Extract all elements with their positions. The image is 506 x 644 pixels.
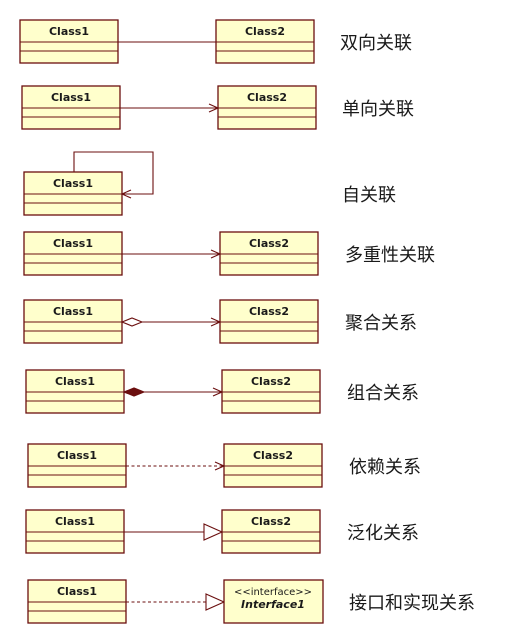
class-box-class1[interactable]: Class1	[27, 579, 127, 624]
relation-label: 组合关系	[347, 383, 419, 404]
hollow-diamond-icon	[120, 317, 144, 327]
relation-realization: Class1 <<interface>>Interface1 接口和实现关系	[27, 579, 475, 624]
class-box-class1[interactable]: Class1	[23, 231, 123, 276]
class-box-class1[interactable]: Class1	[27, 443, 127, 488]
relation-bidirectional: Class1 Class2 双向关联	[19, 19, 412, 64]
class-box-class2[interactable]: Class2	[217, 85, 317, 130]
relation-label: 接口和实现关系	[349, 593, 475, 614]
class-box-class2[interactable]: Class2	[223, 443, 323, 488]
relation-aggregation: Class1 Class2 聚合关系	[23, 299, 417, 344]
class-name: Class2	[245, 25, 285, 38]
relation-label: 聚合关系	[345, 313, 417, 334]
class-box-class1[interactable]: Class1	[25, 509, 125, 554]
class-name: Class1	[57, 449, 97, 462]
class-name: Class1	[51, 91, 91, 104]
relation-self: Class1 自关联	[23, 151, 396, 216]
class-name: Class2	[249, 305, 289, 318]
class-name: Class1	[53, 237, 93, 250]
relation-dependency: Class1 Class2 依赖关系	[27, 443, 421, 488]
class-name: Class2	[251, 375, 291, 388]
relation-label: 多重性关联	[345, 245, 435, 266]
uml-relationships-diagram: Class1 Class2 双向关联 Class1 Class2 单向关联 Class1 自关…	[19, 19, 475, 624]
class-name: Class1	[55, 515, 95, 528]
class-box-class1[interactable]: Class1	[19, 19, 119, 64]
class-box-class2[interactable]: Class2	[219, 231, 319, 276]
hollow-triangle-icon	[205, 593, 226, 611]
relation-unidirectional: Class1 Class2 单向关联	[21, 85, 414, 130]
relation-generalization: Class1 Class2 泛化关系	[25, 509, 419, 554]
relation-label: 泛化关系	[347, 523, 419, 544]
class-name: Class1	[55, 375, 95, 388]
class-box-class1[interactable]: Class1	[21, 85, 121, 130]
class-box-class2[interactable]: Class2	[221, 509, 321, 554]
class-name: Class1	[49, 25, 89, 38]
relation-label: 双向关联	[340, 33, 412, 54]
class-box-class1[interactable]: Class1	[23, 299, 123, 344]
class-name: Class2	[247, 91, 287, 104]
hollow-triangle-icon	[203, 523, 224, 541]
filled-diamond-icon	[122, 387, 146, 397]
relation-composition: Class1 Class2 组合关系	[25, 369, 419, 414]
relation-multiplicity: Class1 Class2 多重性关联	[23, 231, 435, 276]
relation-label: 自关联	[342, 185, 396, 206]
interface-box-interface1[interactable]: <<interface>>Interface1	[223, 579, 324, 624]
interface-stereotype: <<interface>>	[234, 587, 312, 598]
class-name: Class2	[251, 515, 291, 528]
class-box-class2[interactable]: Class2	[215, 19, 315, 64]
class-name: Class1	[53, 305, 93, 318]
class-name: Class1	[53, 177, 93, 190]
class-name: Class2	[249, 237, 289, 250]
class-box-class1[interactable]: Class1	[25, 369, 125, 414]
class-name: Class1	[57, 585, 97, 598]
class-box-class2[interactable]: Class2	[219, 299, 319, 344]
relation-label: 单向关联	[342, 99, 414, 120]
class-box-class1[interactable]: Class1	[23, 171, 123, 216]
relation-label: 依赖关系	[349, 457, 421, 478]
class-name: Class2	[253, 449, 293, 462]
interface-name: Interface1	[241, 598, 305, 611]
class-box-class2[interactable]: Class2	[221, 369, 321, 414]
